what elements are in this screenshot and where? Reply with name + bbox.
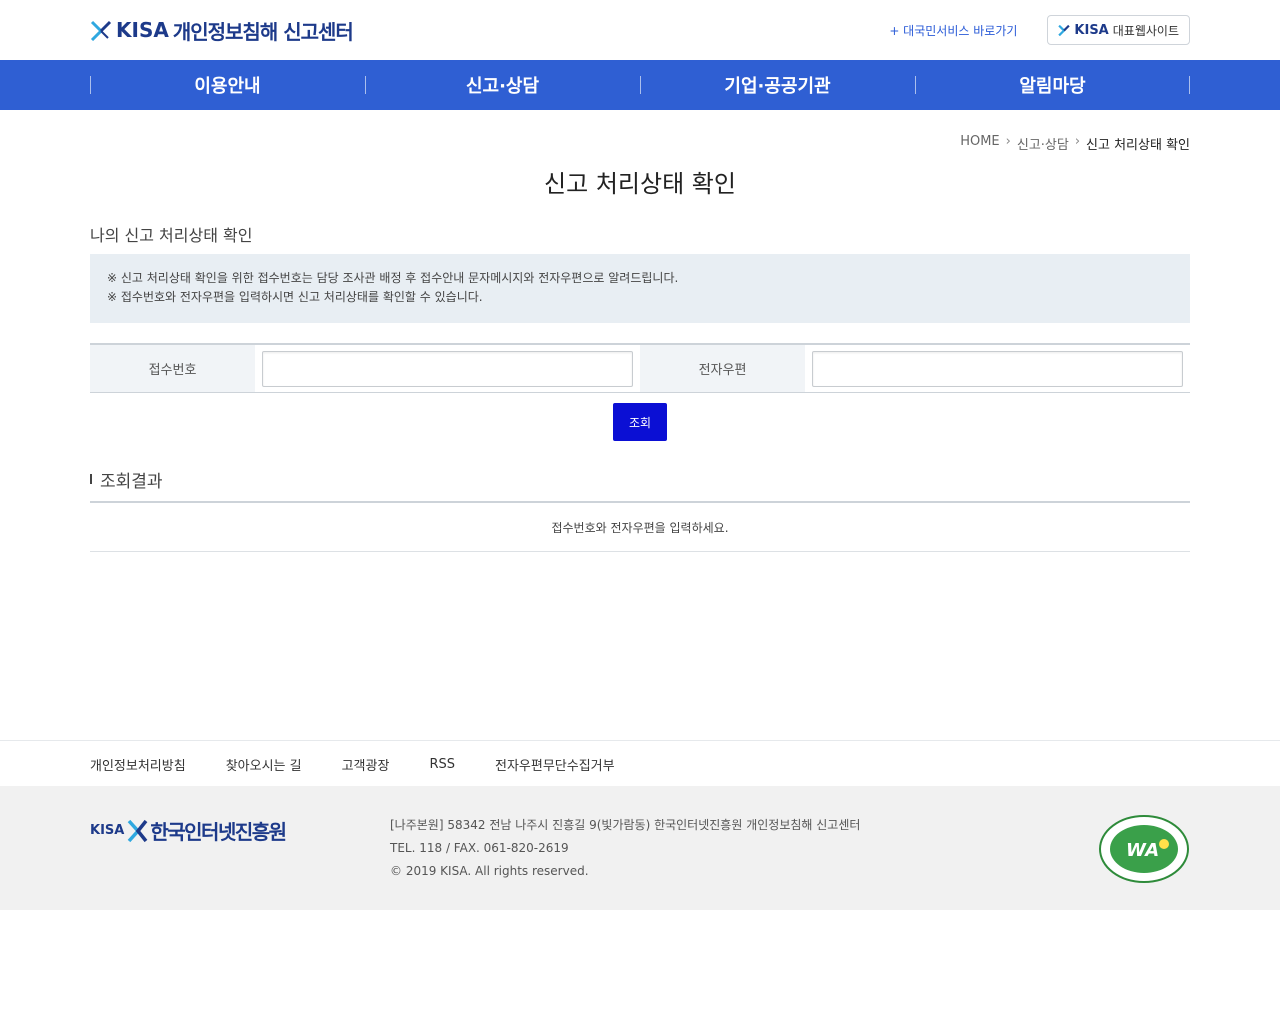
logo-kisa-text: KISA <box>116 18 169 42</box>
footer-link-directions[interactable]: 찾아오시는 길 <box>226 755 302 774</box>
breadcrumb-current: 신고 처리상태 확인 <box>1086 138 1190 153</box>
heading-bar <box>90 474 92 484</box>
result-title: 조회결과 <box>100 471 163 492</box>
receipt-number-input[interactable] <box>262 350 633 387</box>
result-heading: 조회결과 <box>90 467 1190 492</box>
email-cell <box>805 345 1190 392</box>
footer: KISA 한국인터넷진흥원 [나주본원] 58342 전남 나주시 진흥길 9(… <box>0 786 1280 910</box>
kisa-main-site-button[interactable]: KISA 대표웹사이트 <box>1047 15 1190 45</box>
section-subtitle: 나의 신고 처리상태 확인 <box>90 226 253 245</box>
kisa-logo-mark-icon <box>128 819 148 842</box>
footer-logo-kisa: KISA <box>90 823 125 838</box>
nav-item-guide[interactable]: 이용안내 <box>90 60 365 110</box>
footer-address: [나주본원] 58342 전남 나주시 진흥길 9(빛가람동) 한국인터넷진흥원… <box>390 818 861 832</box>
notice-line: ※ 신고 처리상태 확인을 위한 접수번호는 담당 조사관 배정 후 접수안내 … <box>107 271 679 285</box>
logo-title: 개인정보침해 신고센터 <box>172 19 354 44</box>
public-service-link[interactable]: + 대국민서비스 바로가기 <box>889 22 1017 39</box>
email-label: 전자우편 <box>640 345 805 392</box>
lookup-form: 접수번호 전자우편 <box>90 343 1190 393</box>
footer-contact: TEL. 118 / FAX. 061-820-2619 <box>390 841 569 855</box>
notice-line: ※ 접수번호와 전자우편을 입력하시면 신고 처리상태를 확인할 수 있습니다. <box>107 290 483 304</box>
receipt-number-cell <box>255 345 640 392</box>
email-input[interactable] <box>812 350 1183 387</box>
main-nav: 이용안내 신고·상담 기업·공공기관 알림마당 <box>0 60 1280 110</box>
nav-item-notice[interactable]: 알림마당 <box>915 60 1190 110</box>
kisa-mini-mark-icon <box>1058 24 1071 36</box>
footer-link-privacy[interactable]: 개인정보처리방침 <box>90 755 186 774</box>
kisa-mini-logo-text: KISA <box>1074 22 1109 38</box>
notice-box: ※ 신고 처리상태 확인을 위한 접수번호는 담당 조사관 배정 후 접수안내 … <box>90 254 1190 323</box>
wa-web-accessibility-badge-icon: WA <box>1099 815 1189 883</box>
content: HOME › 신고·상담 › 신고 처리상태 확인 신고 처리상태 확인 나의 … <box>90 110 1190 552</box>
nav-item-enterprise[interactable]: 기업·공공기관 <box>640 60 915 110</box>
breadcrumb-home[interactable]: HOME <box>960 134 999 158</box>
kisa-logo-mark-icon <box>90 20 112 41</box>
footer-link-rss[interactable]: RSS <box>429 757 455 772</box>
nav-item-report[interactable]: 신고·상담 <box>365 60 640 110</box>
button-row: 조회 <box>90 403 1190 441</box>
breadcrumb-report[interactable]: 신고·상담 <box>1017 134 1069 158</box>
breadcrumb: HOME › 신고·상담 › 신고 처리상태 확인 <box>90 110 1190 158</box>
footer-copyright: © 2019 KISA. All rights reserved. <box>390 864 589 878</box>
chevron-right-icon: › <box>1005 134 1011 149</box>
footer-info: [나주본원] 58342 전남 나주시 진흥길 9(빛가람동) 한국인터넷진흥원… <box>390 814 1098 883</box>
result-message: 접수번호와 전자우편을 입력하세요. <box>551 520 729 535</box>
kisa-site-label: 대표웹사이트 <box>1112 23 1179 38</box>
footer-logo-org: 한국인터넷진흥원 <box>150 820 287 844</box>
page-title: 신고 처리상태 확인 <box>544 170 736 198</box>
search-button[interactable]: 조회 <box>613 403 667 441</box>
result-box: 접수번호와 전자우편을 입력하세요. <box>90 501 1190 552</box>
receipt-number-label: 접수번호 <box>90 345 255 392</box>
chevron-right-icon: › <box>1074 134 1081 149</box>
footer-logo: KISA 한국인터넷진흥원 <box>90 816 390 845</box>
top-header: KISA 개인정보침해 신고센터 + 대국민서비스 바로가기 KISA 대표웹사… <box>0 0 1280 60</box>
svg-text:WA: WA <box>1126 840 1159 861</box>
top-right-links: + 대국민서비스 바로가기 KISA 대표웹사이트 <box>889 15 1190 45</box>
footer-link-customer[interactable]: 고객광장 <box>342 755 390 774</box>
site-logo[interactable]: KISA 개인정보침해 신고센터 <box>90 16 354 45</box>
footer-links: 개인정보처리방침 찾아오시는 길 고객광장 RSS 전자우편무단수집거부 <box>0 740 1280 786</box>
footer-link-email-refusal[interactable]: 전자우편무단수집거부 <box>495 755 615 774</box>
